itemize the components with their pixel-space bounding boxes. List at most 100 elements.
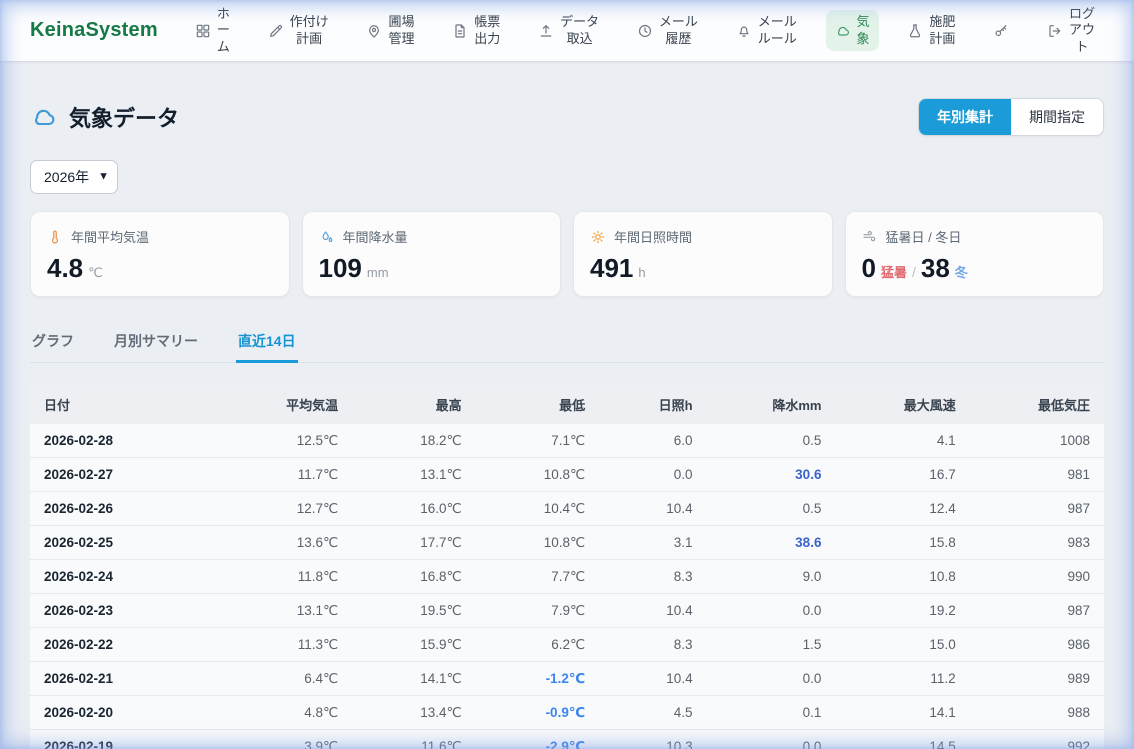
cell-date: 2026-02-19 xyxy=(30,730,213,749)
cell-avg: 12.5℃ xyxy=(213,424,353,458)
wind-icon xyxy=(862,229,878,245)
sun-icon xyxy=(590,229,606,245)
cell-pressure: 988 xyxy=(970,696,1104,730)
year-select[interactable]: 2026年 xyxy=(30,160,118,194)
column-header: 最高 xyxy=(352,385,476,424)
logout-icon xyxy=(1047,23,1063,39)
nav-item-mail-rules[interactable]: メール ルール xyxy=(727,10,806,51)
cell-sun: 4.5 xyxy=(599,696,706,730)
cell-wind: 4.1 xyxy=(835,424,969,458)
table-row: 2026-02-204.8℃13.4℃-0.9℃4.50.114.1988 xyxy=(30,696,1104,730)
cell-rain: 0.5 xyxy=(707,424,836,458)
cell-avg: 3.9℃ xyxy=(213,730,353,749)
tab-月別サマリー[interactable]: 月別サマリー xyxy=(112,321,200,363)
cell-avg: 13.1℃ xyxy=(213,594,353,628)
cell-rain: 30.6 xyxy=(707,458,836,492)
upload-icon xyxy=(538,23,554,39)
cell-avg: 6.4℃ xyxy=(213,662,353,696)
cell-wind: 12.4 xyxy=(835,492,969,526)
map-pin-icon xyxy=(366,23,382,39)
cell-date: 2026-02-21 xyxy=(30,662,213,696)
table-row: 2026-02-2612.7℃16.0℃10.4℃10.40.512.4987 xyxy=(30,492,1104,526)
cell-max: 15.9℃ xyxy=(352,628,476,662)
cell-max: 11.6℃ xyxy=(352,730,476,749)
weather-table: 日付平均気温最高最低日照h降水mm最大風速最低気圧 2026-02-2812.5… xyxy=(30,385,1104,749)
nav-item-mail-history[interactable]: メール 履歴 xyxy=(628,10,707,51)
cell-min: 7.7℃ xyxy=(476,560,600,594)
card-unit: h xyxy=(638,265,645,280)
cell-avg: 11.7℃ xyxy=(213,458,353,492)
nav-items: ホ ー ム 作付け 計画圃場 管理 帳票 出力 データ 取込 メール 履歴 メール ルール… xyxy=(186,2,1104,59)
nav-item-home[interactable]: ホ ー ム xyxy=(186,2,239,59)
cell-avg: 4.8℃ xyxy=(213,696,353,730)
cell-date: 2026-02-20 xyxy=(30,696,213,730)
nav-item-label: ホ ー ム xyxy=(217,6,230,55)
yearly-summary-button[interactable]: 年別集計 xyxy=(919,99,1011,135)
cell-min: 7.9℃ xyxy=(476,594,600,628)
column-header: 日付 xyxy=(30,385,213,424)
card-label: 猛暑日 / 冬日 xyxy=(886,227,962,246)
cell-rain: 9.0 xyxy=(707,560,836,594)
table-row: 2026-02-2411.8℃16.8℃7.7℃8.39.010.8990 xyxy=(30,560,1104,594)
nav-item-planting-plan[interactable]: 作付け 計画 xyxy=(259,10,338,51)
nav-item-data-import[interactable]: データ 取込 xyxy=(529,10,608,51)
card-value: 109 xyxy=(319,255,362,281)
grid-icon xyxy=(195,23,211,39)
cell-wind: 19.2 xyxy=(835,594,969,628)
nav-item-label: 気 象 xyxy=(857,14,870,47)
card-label: 年間降水量 xyxy=(343,227,408,246)
key-icon xyxy=(993,23,1009,39)
cell-wind: 11.2 xyxy=(835,662,969,696)
cell-max: 18.2℃ xyxy=(352,424,476,458)
nav-item-label: メール 履歴 xyxy=(659,14,698,47)
nav-item-label: 帳票 出力 xyxy=(474,14,500,47)
cell-sun: 10.4 xyxy=(599,492,706,526)
card-value: 4.8 xyxy=(47,255,83,281)
cell-max: 16.0℃ xyxy=(352,492,476,526)
cell-wind: 15.0 xyxy=(835,628,969,662)
cell-min: -2.9℃ xyxy=(476,730,600,749)
nav-item-label: メール ルール xyxy=(758,14,797,47)
nav-item-field-management[interactable]: 圃場 管理 xyxy=(357,10,423,51)
cell-avg: 12.7℃ xyxy=(213,492,353,526)
nav-item-key[interactable] xyxy=(984,19,1018,43)
cloud-icon xyxy=(30,103,58,131)
main-content: 気象データ 年別集計 期間指定 2026年 ▼ xyxy=(0,98,1134,749)
cell-min: 6.2℃ xyxy=(476,628,600,662)
cell-rain: 38.6 xyxy=(707,526,836,560)
top-nav: KeinaSystem ホ ー ム 作付け 計画圃場 管理 帳票 出力 データ 取込 メ… xyxy=(0,0,1134,62)
nav-item-logout[interactable]: ログ アウ ト xyxy=(1038,2,1104,59)
cell-max: 13.1℃ xyxy=(352,458,476,492)
tab-直近14日[interactable]: 直近14日 xyxy=(236,321,298,363)
cell-sun: 8.3 xyxy=(599,560,706,594)
cell-max: 16.8℃ xyxy=(352,560,476,594)
cell-sun: 8.3 xyxy=(599,628,706,662)
page-title: 気象データ xyxy=(69,101,179,133)
nav-item-fertilization-plan[interactable]: 施肥 計画 xyxy=(898,10,964,51)
tab-グラフ[interactable]: グラフ xyxy=(30,321,76,363)
cell-avg: 13.6℃ xyxy=(213,526,353,560)
table-row: 2026-02-2711.7℃13.1℃10.8℃0.030.616.7981 xyxy=(30,458,1104,492)
cell-pressure: 987 xyxy=(970,492,1104,526)
thermometer-icon xyxy=(47,229,63,245)
cell-date: 2026-02-22 xyxy=(30,628,213,662)
card-rainfall: 年間降水量 109 mm xyxy=(302,211,562,297)
flask-icon xyxy=(907,23,923,39)
brand-logo[interactable]: KeinaSystem xyxy=(30,19,158,42)
nav-item-report-output[interactable]: 帳票 出力 xyxy=(443,10,509,51)
column-header: 日照h xyxy=(599,385,706,424)
cell-min: -1.2℃ xyxy=(476,662,600,696)
nav-item-weather[interactable]: 気 象 xyxy=(826,10,879,51)
column-header: 最低気圧 xyxy=(970,385,1104,424)
hot-days-label: 猛暑 xyxy=(881,262,907,281)
document-icon xyxy=(452,23,468,39)
cell-pressure: 989 xyxy=(970,662,1104,696)
cloud-icon xyxy=(835,23,851,39)
cell-min: -0.9℃ xyxy=(476,696,600,730)
cell-min: 7.1℃ xyxy=(476,424,600,458)
cell-date: 2026-02-26 xyxy=(30,492,213,526)
winter-days-label: 冬 xyxy=(955,262,968,281)
period-select-button[interactable]: 期間指定 xyxy=(1011,99,1103,135)
cell-rain: 0.0 xyxy=(707,662,836,696)
cell-wind: 16.7 xyxy=(835,458,969,492)
